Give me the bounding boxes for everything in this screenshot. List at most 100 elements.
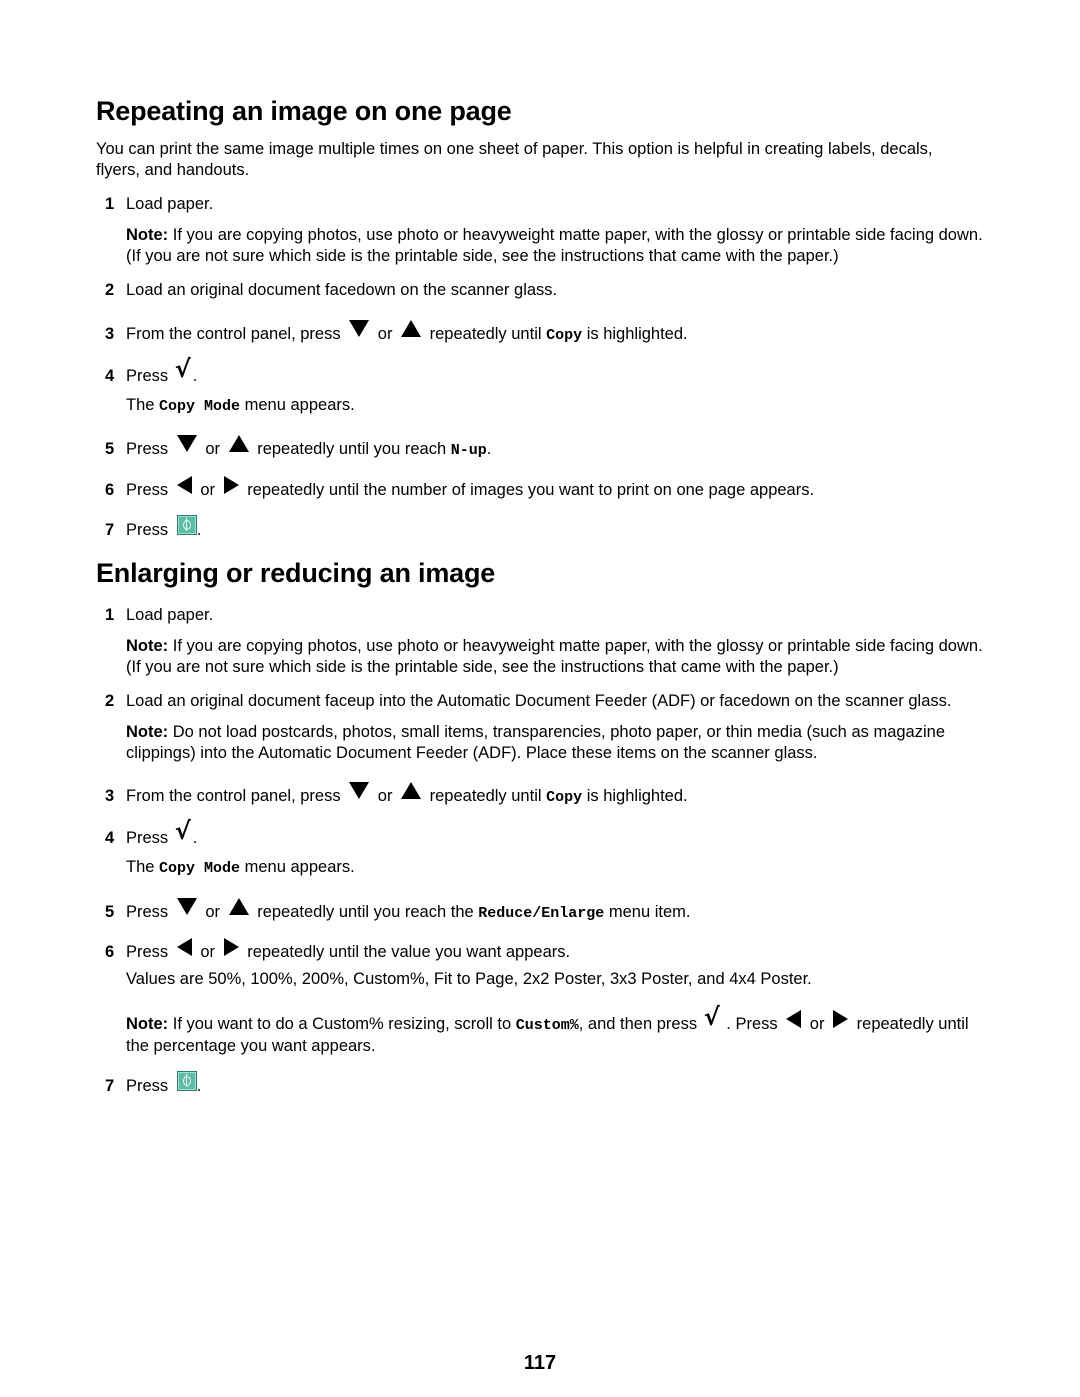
step-3: 3 From the control panel, press or repeat… — [105, 320, 688, 346]
start-button-icon — [176, 515, 197, 535]
step-text: or — [200, 440, 225, 458]
note-label: Note: — [126, 723, 169, 741]
menu-name-code: Copy Mode — [159, 398, 241, 415]
left-arrow-icon — [176, 938, 192, 956]
step-3: 3 From the control panel, press or repeat… — [105, 782, 688, 808]
step-text: Press — [126, 829, 173, 847]
note-label: Note: — [126, 226, 169, 244]
up-arrow-icon — [228, 435, 249, 452]
step-number: 6 — [105, 943, 115, 961]
step-text: repeatedly until — [425, 325, 547, 343]
step-text: Press — [126, 521, 173, 539]
result-text: The — [126, 396, 160, 414]
step-text: Press — [126, 903, 173, 921]
checkmark-icon: √ — [174, 817, 191, 845]
step-text: or — [195, 943, 220, 961]
step-number: 7 — [105, 521, 115, 539]
note-text: Do not load postcards, photos, small ite… — [126, 723, 946, 762]
step-6: 6 Press or repeatedly until the value you… — [105, 938, 570, 963]
right-arrow-icon — [223, 476, 239, 494]
step-2: 2 Load an original document facedown on t… — [105, 280, 557, 301]
step-result: The Copy Mode menu appears. — [126, 395, 986, 417]
page-number: 117 — [523, 1352, 557, 1374]
step-number: 1 — [105, 606, 115, 624]
step-1: 1 Load paper. — [105, 194, 213, 215]
up-arrow-icon — [401, 320, 422, 337]
start-button-icon — [176, 1071, 197, 1091]
result-text: menu appears. — [240, 396, 355, 414]
step-number: 5 — [105, 440, 115, 458]
section-intro: You can print the same image multiple ti… — [96, 140, 933, 179]
note: Note: If you are copying photos, use pho… — [126, 636, 986, 678]
step-text: . — [192, 829, 198, 847]
note-text: If you are copying photos, use photo or … — [126, 226, 983, 265]
note: Note: If you want to do a Custom% resizi… — [126, 1005, 986, 1057]
step-number: 7 — [105, 1077, 115, 1095]
menu-item-code: Custom% — [515, 1017, 579, 1034]
step-7: 7 Press . — [105, 1071, 201, 1097]
step-text: Press — [126, 440, 173, 458]
step-number: 3 — [105, 325, 115, 343]
menu-item-code: Copy — [546, 327, 583, 344]
step-text: repeatedly until you reach the — [252, 903, 479, 921]
step-text: repeatedly until the value you want appe… — [242, 943, 571, 961]
step-number: 1 — [105, 195, 115, 213]
right-arrow-icon — [833, 1010, 849, 1028]
checkmark-icon: √ — [703, 1003, 720, 1031]
note-text: or — [805, 1015, 830, 1033]
note: Note: If you are copying photos, use pho… — [126, 225, 986, 267]
step-text: . — [196, 1077, 202, 1095]
step-text: is highlighted. — [582, 325, 688, 343]
menu-item-code: N-up — [450, 442, 487, 459]
step-number: 4 — [105, 367, 115, 385]
step-text: . — [196, 521, 202, 539]
step-text: Press — [126, 367, 173, 385]
step-number: 3 — [105, 787, 115, 805]
left-arrow-icon — [786, 1010, 802, 1028]
step-text: Load an original document faceup into th… — [126, 692, 952, 710]
step-text: Load paper. — [126, 606, 214, 624]
step-text: Press — [126, 943, 173, 961]
step-result: The Copy Mode menu appears. — [126, 857, 986, 879]
section-heading-enlarging: Enlarging or reducing an image — [96, 558, 496, 588]
result-text: menu appears. — [240, 858, 355, 876]
step-number: 6 — [105, 481, 115, 499]
step-text: or — [195, 481, 220, 499]
note-text: . Press — [721, 1015, 783, 1033]
checkmark-icon: √ — [174, 355, 191, 383]
menu-name-code: Copy Mode — [159, 860, 241, 877]
step-text: Load an original document facedown on th… — [126, 281, 558, 299]
step-number: 2 — [105, 281, 115, 299]
menu-item-code: Copy — [546, 789, 583, 806]
step-5: 5 Press or repeatedly until you reach the… — [105, 898, 691, 924]
step-text: repeatedly until — [425, 787, 547, 805]
section-heading-repeating: Repeating an image on one page — [96, 96, 512, 126]
step-4: 4 Press √. — [105, 819, 198, 849]
step-text: repeatedly until the number of images yo… — [242, 481, 815, 499]
step-text: Press — [126, 481, 173, 499]
note-label: Note: — [126, 1015, 169, 1033]
values-list: Values are 50%, 100%, 200%, Custom%, Fit… — [126, 970, 812, 988]
step-5: 5 Press or repeatedly until you reach N-u… — [105, 435, 491, 461]
down-arrow-icon — [176, 898, 197, 915]
up-arrow-icon — [228, 898, 249, 915]
step-text: Load paper. — [126, 195, 214, 213]
step-text: . — [192, 367, 198, 385]
step-number: 4 — [105, 829, 115, 847]
step-text: or — [200, 903, 225, 921]
step-2: 2 Load an original document faceup into t… — [105, 691, 951, 712]
step-text: menu item. — [604, 903, 691, 921]
step-text: From the control panel, press — [126, 325, 346, 343]
menu-item-code: Reduce/Enlarge — [478, 905, 605, 922]
down-arrow-icon — [176, 435, 197, 452]
step-number: 2 — [105, 692, 115, 710]
down-arrow-icon — [349, 782, 370, 799]
step-text: is highlighted. — [582, 787, 688, 805]
note-text: , and then press — [578, 1015, 702, 1033]
step-text: or — [373, 787, 398, 805]
left-arrow-icon — [176, 476, 192, 494]
note: Note: Do not load postcards, photos, sma… — [126, 722, 986, 764]
up-arrow-icon — [401, 782, 422, 799]
note-text: If you are copying photos, use photo or … — [126, 637, 983, 676]
step-text: repeatedly until you reach — [252, 440, 451, 458]
